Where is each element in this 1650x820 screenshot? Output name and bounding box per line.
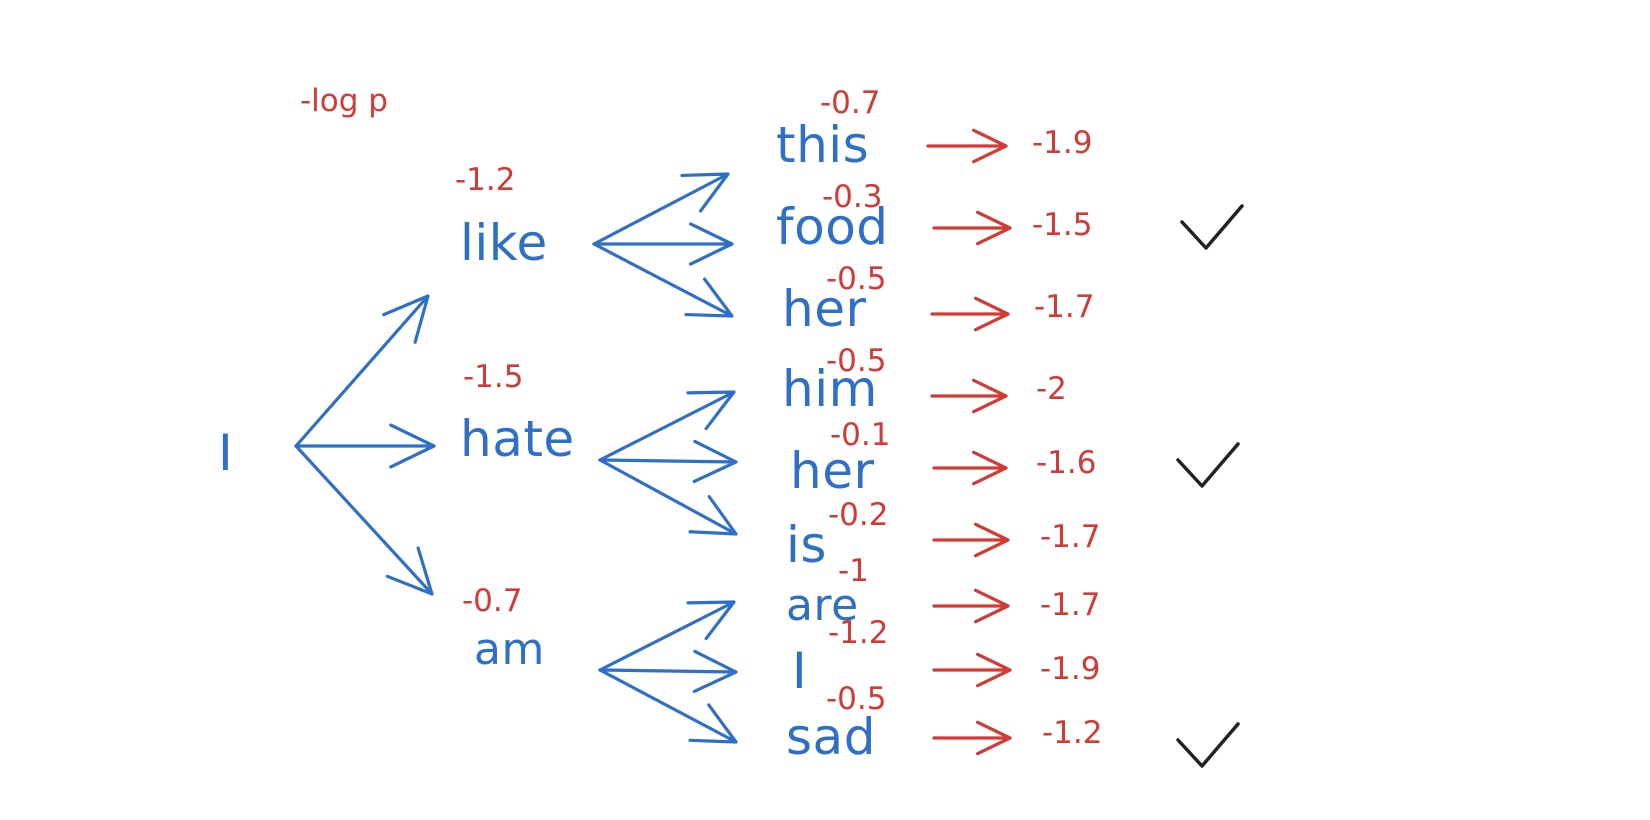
root-word: I: [218, 424, 234, 482]
edge-total-7: [932, 652, 1012, 688]
level1-word-hate: hate: [460, 410, 575, 468]
level2-total-sad: -1.2: [1042, 715, 1103, 751]
level1-word-am: am: [474, 624, 545, 675]
level2-word-him: him: [782, 360, 878, 418]
level2-total-him: -2: [1036, 371, 1067, 407]
edge-total-0: [926, 128, 1008, 164]
log-prob-header: -log p: [300, 83, 388, 119]
level2-score-i: -1.2: [828, 615, 889, 651]
edge-total-6: [932, 588, 1010, 624]
edge-root-like: [294, 294, 430, 448]
level2-total-i: -1.9: [1040, 651, 1101, 687]
level2-word-i: I: [792, 642, 808, 700]
level2-total-are: -1.7: [1040, 587, 1101, 623]
edge-total-8: [932, 720, 1012, 756]
level1-score-like: -1.2: [455, 162, 516, 198]
level2-word-her-1: her: [782, 280, 867, 338]
level1-word-like: like: [460, 214, 548, 272]
level2-word-is: is: [786, 516, 827, 574]
edge-total-1: [932, 210, 1012, 246]
edge-total-5: [932, 522, 1010, 558]
edge-am-i: [598, 649, 738, 693]
level2-score-is: -0.2: [828, 497, 889, 533]
level2-score-this: -0.7: [820, 85, 881, 121]
level1-score-hate: -1.5: [463, 359, 524, 395]
level2-total-her-2: -1.6: [1036, 445, 1097, 481]
edge-root-hate: [294, 423, 436, 469]
edge-hate-her: [598, 439, 738, 483]
level2-word-sad: sad: [786, 708, 876, 766]
level2-total-her-1: -1.7: [1034, 289, 1095, 325]
checkmark-icon: [1176, 722, 1240, 768]
checkmark-icon: [1176, 442, 1240, 488]
edge-like-food: [592, 222, 734, 266]
level2-total-this: -1.9: [1032, 125, 1093, 161]
beam-search-diagram: -log p I -1.2 like -1.5 hate -0.7 am -0.…: [0, 0, 1650, 820]
edge-root-am: [294, 444, 434, 596]
level2-word-her-2: her: [790, 442, 875, 500]
level2-word-this: this: [776, 116, 870, 174]
checkmark-icon: [1180, 204, 1244, 250]
edge-total-3: [930, 378, 1008, 414]
level2-total-food: -1.5: [1032, 207, 1093, 243]
edge-total-4: [932, 450, 1008, 486]
edge-total-2: [930, 296, 1010, 332]
level2-total-is: -1.7: [1040, 519, 1101, 555]
level2-word-food: food: [776, 198, 889, 256]
level1-score-am: -0.7: [462, 583, 523, 619]
